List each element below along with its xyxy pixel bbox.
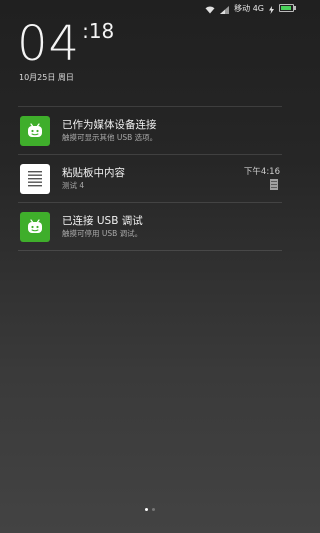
clipboard-icon — [270, 179, 278, 190]
notification-list: 已作为媒体设备连接 触摸可显示其他 USB 选项。 粘贴板中内容 测试 4 下午… — [18, 106, 282, 251]
notification-subtitle: 测试 4 — [62, 181, 85, 190]
lightning-icon — [269, 0, 274, 18]
battery-level — [281, 6, 291, 10]
document-icon — [20, 163, 50, 194]
battery-icon — [279, 4, 296, 12]
notification-title: 粘贴板中内容 — [62, 167, 125, 179]
notification-usb-debugging[interactable]: 已连接 USB 调试 触摸可停用 USB 调试。 — [18, 203, 282, 250]
notification-subtitle: 触摸可停用 USB 调试。 — [62, 229, 143, 238]
page-indicator — [0, 508, 300, 511]
page-dot-active[interactable] — [145, 508, 148, 511]
clock-seconds: 18 — [88, 19, 115, 43]
notification-clipboard[interactable]: 粘贴板中内容 测试 4 下午4:16 — [18, 155, 282, 202]
signal-icon — [220, 0, 230, 18]
page-dot[interactable] — [152, 508, 155, 511]
android-icon — [20, 115, 50, 146]
clock: 04 :18 — [17, 18, 114, 70]
divider — [18, 250, 282, 251]
wifi-icon — [205, 0, 215, 18]
notification-media-device[interactable]: 已作为媒体设备连接 触摸可显示其他 USB 选项。 — [18, 107, 282, 154]
notification-title: 已连接 USB 调试 — [62, 215, 143, 227]
carrier-label: 移动 4G — [234, 3, 264, 13]
status-bar: 移动 4G — [205, 0, 300, 16]
notification-time: 下午4:16 — [243, 167, 280, 177]
android-icon — [20, 211, 50, 242]
clock-hours-minutes: 04 — [17, 16, 81, 72]
date-label: 10月25日 周日 — [19, 73, 74, 82]
notification-title: 已作为媒体设备连接 — [62, 119, 157, 131]
notification-subtitle: 触摸可显示其他 USB 选项。 — [62, 133, 158, 142]
clock-seconds-dots: :18 — [82, 19, 115, 43]
